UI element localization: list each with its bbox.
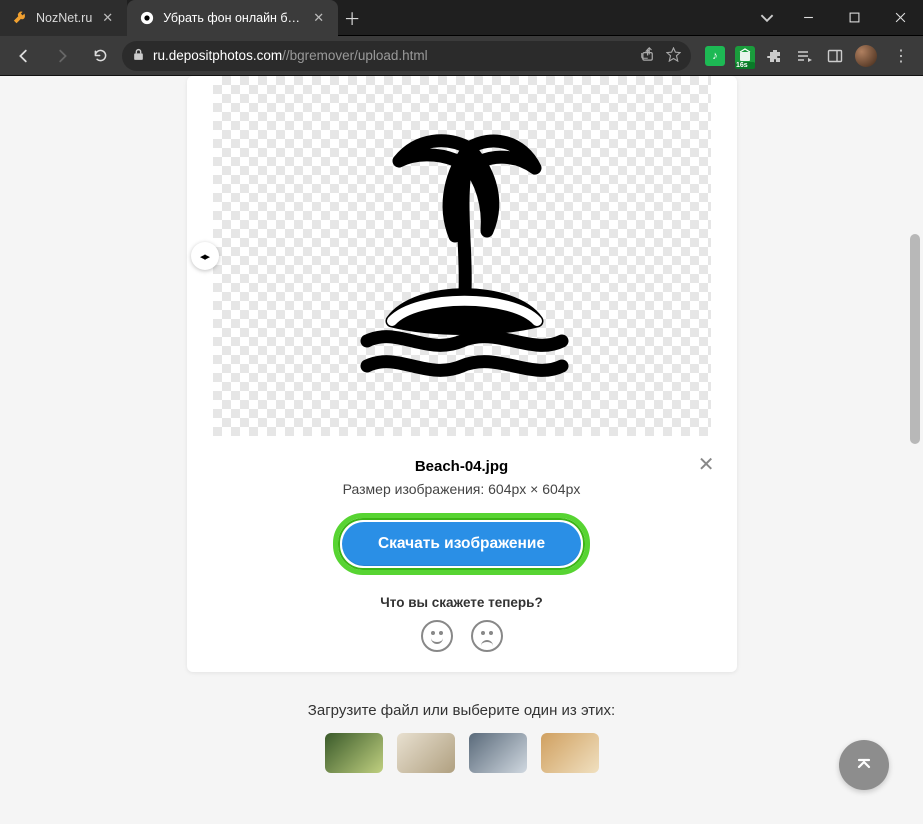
scrollbar-thumb[interactable]	[910, 234, 920, 444]
sample-thumbnails	[0, 733, 923, 773]
feedback-question: Что вы скажете теперь?	[213, 595, 711, 610]
reload-button[interactable]	[84, 40, 116, 72]
new-tab-button[interactable]: ＋	[338, 0, 366, 35]
sample-thumb[interactable]	[469, 733, 527, 773]
happy-face-icon[interactable]	[421, 620, 453, 652]
tab-label: NozNet.ru	[36, 11, 92, 25]
forward-button	[46, 40, 78, 72]
extension-badge-icon[interactable]: 16s	[735, 46, 755, 66]
window-controls	[749, 0, 923, 35]
result-card: ◂▸ ✕ Beach-04.jpg Размер изображения: 60…	[187, 76, 737, 672]
scroll-top-button[interactable]	[839, 740, 889, 790]
sad-face-icon[interactable]	[471, 620, 503, 652]
extension-music-icon[interactable]: ♪	[705, 46, 725, 66]
feedback-faces	[213, 620, 711, 652]
sample-thumb[interactable]	[541, 733, 599, 773]
media-control-icon[interactable]	[795, 46, 815, 66]
sample-thumb[interactable]	[397, 733, 455, 773]
browser-window: NozNet.ru ✕ Убрать фон онлайн бесплатно …	[0, 0, 923, 824]
tab-strip: NozNet.ru ✕ Убрать фон онлайн бесплатно …	[0, 0, 749, 35]
download-button[interactable]: Скачать изображение	[342, 522, 581, 566]
menu-icon[interactable]: ⋮	[887, 46, 915, 66]
address-bar[interactable]: ru.depositphotos.com//bgremover/upload.h…	[122, 41, 691, 71]
image-preview	[337, 126, 587, 386]
titlebar: NozNet.ru ✕ Убрать фон онлайн бесплатно …	[0, 0, 923, 36]
dimensions-label: Размер изображения: 604px × 604px	[213, 481, 711, 497]
sample-thumb[interactable]	[325, 733, 383, 773]
filename-label: Beach-04.jpg	[213, 458, 711, 475]
highlight-frame: Скачать изображение	[333, 513, 590, 575]
star-icon[interactable]	[666, 47, 681, 65]
close-icon[interactable]: ✕	[698, 452, 715, 477]
tab-label: Убрать фон онлайн бесплатно	[163, 11, 303, 25]
profile-avatar[interactable]	[855, 45, 877, 67]
side-panel-icon[interactable]	[825, 46, 845, 66]
tab-bgremover[interactable]: Убрать фон онлайн бесплатно ✕	[127, 0, 338, 36]
transparent-preview	[213, 76, 711, 436]
preview-area: ◂▸	[213, 76, 711, 436]
site-icon	[139, 10, 155, 26]
extension-icons: ♪ 16s ⋮	[697, 45, 915, 67]
compare-slider-handle[interactable]: ◂▸	[191, 242, 219, 270]
close-button[interactable]	[877, 0, 923, 36]
page-viewport: ◂▸ ✕ Beach-04.jpg Размер изображения: 60…	[0, 76, 923, 824]
tab-noznet[interactable]: NozNet.ru ✕	[0, 0, 127, 36]
wrench-icon	[12, 10, 28, 26]
upload-prompt: Загрузите файл или выберите один из этих…	[0, 702, 923, 719]
maximize-button[interactable]	[831, 0, 877, 36]
minimize-button[interactable]	[785, 0, 831, 36]
chevron-down-icon[interactable]	[749, 11, 785, 25]
lock-icon	[132, 48, 145, 64]
back-button[interactable]	[8, 40, 40, 72]
close-icon[interactable]: ✕	[311, 10, 326, 26]
toolbar: ru.depositphotos.com//bgremover/upload.h…	[0, 36, 923, 76]
close-icon[interactable]: ✕	[100, 10, 115, 26]
url-text: ru.depositphotos.com//bgremover/upload.h…	[153, 48, 428, 63]
omnibox-actions	[641, 47, 681, 65]
extensions-icon[interactable]	[765, 46, 785, 66]
share-icon[interactable]	[641, 47, 656, 65]
